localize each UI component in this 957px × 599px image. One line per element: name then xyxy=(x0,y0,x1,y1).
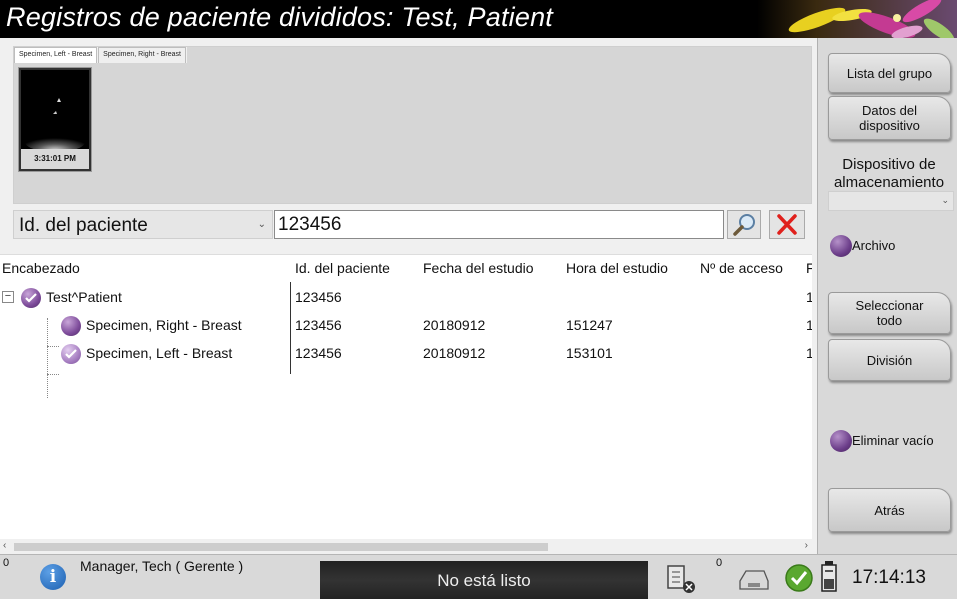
app-window: Registros de paciente divididos: Test, P… xyxy=(0,0,957,599)
status-bar: 0 i Manager, Tech ( Gerente ) No está li… xyxy=(0,554,957,599)
checked-purple-ball-icon[interactable] xyxy=(21,288,41,308)
records-table: Encabezado Id. del paciente Fecha del es… xyxy=(0,254,812,554)
cell-extra: 1 xyxy=(806,289,812,305)
split-button[interactable]: División xyxy=(828,339,951,381)
queue-count: 0 xyxy=(716,557,723,569)
search-input[interactable]: 123456 xyxy=(274,210,724,239)
cell-patient-id: 123456 xyxy=(295,289,342,305)
purple-radio-icon[interactable] xyxy=(830,235,852,257)
col-header-study-date[interactable]: Fecha del estudio xyxy=(423,260,534,276)
group-list-button[interactable]: Lista del grupo xyxy=(828,53,951,93)
thumbnail-panel: Specimen, Left - Breast Specimen, Right … xyxy=(13,46,812,204)
battery-icon[interactable] xyxy=(818,559,840,595)
table-row[interactable]: − Test^Patient 123456 1 xyxy=(0,284,812,312)
cell-study-time: 151247 xyxy=(566,317,613,333)
cell-heading: Test^Patient xyxy=(46,289,122,305)
scrollbar-thumb[interactable] xyxy=(14,543,548,551)
close-icon xyxy=(777,214,797,235)
cell-study-date: 20180912 xyxy=(423,345,486,361)
magnifier-icon xyxy=(733,214,755,236)
table-row[interactable]: Specimen, Left - Breast 123456 20180912 … xyxy=(0,340,812,368)
chevron-down-icon: ⌄ xyxy=(257,219,266,230)
back-button[interactable]: Atrás xyxy=(828,488,951,532)
search-field-value: Id. del paciente xyxy=(19,215,148,236)
info-icon[interactable]: i xyxy=(40,564,66,590)
specimen-preview-icon xyxy=(21,70,89,152)
device-data-button[interactable]: Datos del dispositivo xyxy=(828,96,951,140)
cell-patient-id: 123456 xyxy=(295,345,342,361)
system-status[interactable]: No está listo xyxy=(320,561,648,599)
col-header-accession[interactable]: Nº de acceso xyxy=(700,260,783,276)
col-header-patient-id[interactable]: Id. del paciente xyxy=(295,260,390,276)
flower-decoration-icon xyxy=(757,0,957,38)
tree-connector xyxy=(47,374,59,375)
network-queue-icon[interactable] xyxy=(662,563,706,593)
title-bar: Registros de paciente divididos: Test, P… xyxy=(0,0,957,38)
purple-radio-icon[interactable] xyxy=(830,430,852,452)
tab-specimen-right[interactable]: Specimen, Right - Breast xyxy=(98,47,186,63)
scroll-right-icon[interactable]: › xyxy=(805,540,808,551)
main-area: Specimen, Left - Breast Specimen, Right … xyxy=(0,38,817,554)
col-header-heading[interactable]: Encabezado xyxy=(2,260,80,276)
alert-count: 0 xyxy=(3,557,10,569)
table-row[interactable]: Specimen, Right - Breast 123456 20180912… xyxy=(0,312,812,340)
search-row: Id. del paciente ⌄ 123456 xyxy=(13,210,812,240)
col-header-extra[interactable]: F xyxy=(806,260,812,276)
specimen-image xyxy=(21,70,89,152)
horizontal-scrollbar[interactable]: ‹ › xyxy=(0,539,812,554)
clear-button[interactable] xyxy=(769,210,805,239)
search-field-select[interactable]: Id. del paciente ⌄ xyxy=(13,210,273,239)
storage-device-label: Dispositivo de almacenamiento xyxy=(833,156,945,191)
scroll-left-icon[interactable]: ‹ xyxy=(3,540,6,551)
storage-device-select[interactable]: ⌄ xyxy=(828,191,954,211)
select-all-button[interactable]: Seleccionar todo xyxy=(828,292,951,334)
tab-specimen-left[interactable]: Specimen, Left - Breast xyxy=(14,47,98,63)
cell-study-time: 153101 xyxy=(566,345,613,361)
checkmark-status-icon[interactable] xyxy=(784,563,814,593)
table-header: Encabezado Id. del paciente Fecha del es… xyxy=(0,255,812,282)
checked-purple-ball-icon[interactable] xyxy=(61,344,81,364)
cell-study-date: 20180912 xyxy=(423,317,486,333)
current-user[interactable]: Manager, Tech ( Gerente ) xyxy=(80,558,243,574)
delete-empty-label: Eliminar vacío xyxy=(852,433,934,448)
col-header-study-time[interactable]: Hora del estudio xyxy=(566,260,668,276)
right-panel: Lista del grupo Datos del dispositivo Di… xyxy=(817,38,957,554)
cell-patient-id: 123456 xyxy=(295,317,342,333)
window-title: Registros de paciente divididos: Test, P… xyxy=(6,2,554,32)
clock: 17:14:13 xyxy=(852,567,926,588)
cell-extra: 1 xyxy=(806,317,812,333)
cell-extra: 1 xyxy=(806,345,812,361)
search-button[interactable] xyxy=(727,210,761,239)
cell-heading: Specimen, Left - Breast xyxy=(86,345,233,361)
thumbnail-tabs: Specimen, Left - Breast Specimen, Right … xyxy=(14,47,187,63)
purple-ball-icon[interactable] xyxy=(61,316,81,336)
collapse-toggle[interactable]: − xyxy=(2,291,14,303)
chevron-down-icon: ⌄ xyxy=(941,195,949,205)
disk-icon[interactable] xyxy=(736,567,772,593)
cell-heading: Specimen, Right - Breast xyxy=(86,317,242,333)
image-thumbnail[interactable]: 3:31:01 PM xyxy=(18,67,92,172)
thumbnail-time: 3:31:01 PM xyxy=(21,149,89,169)
archive-label: Archivo xyxy=(852,238,896,253)
